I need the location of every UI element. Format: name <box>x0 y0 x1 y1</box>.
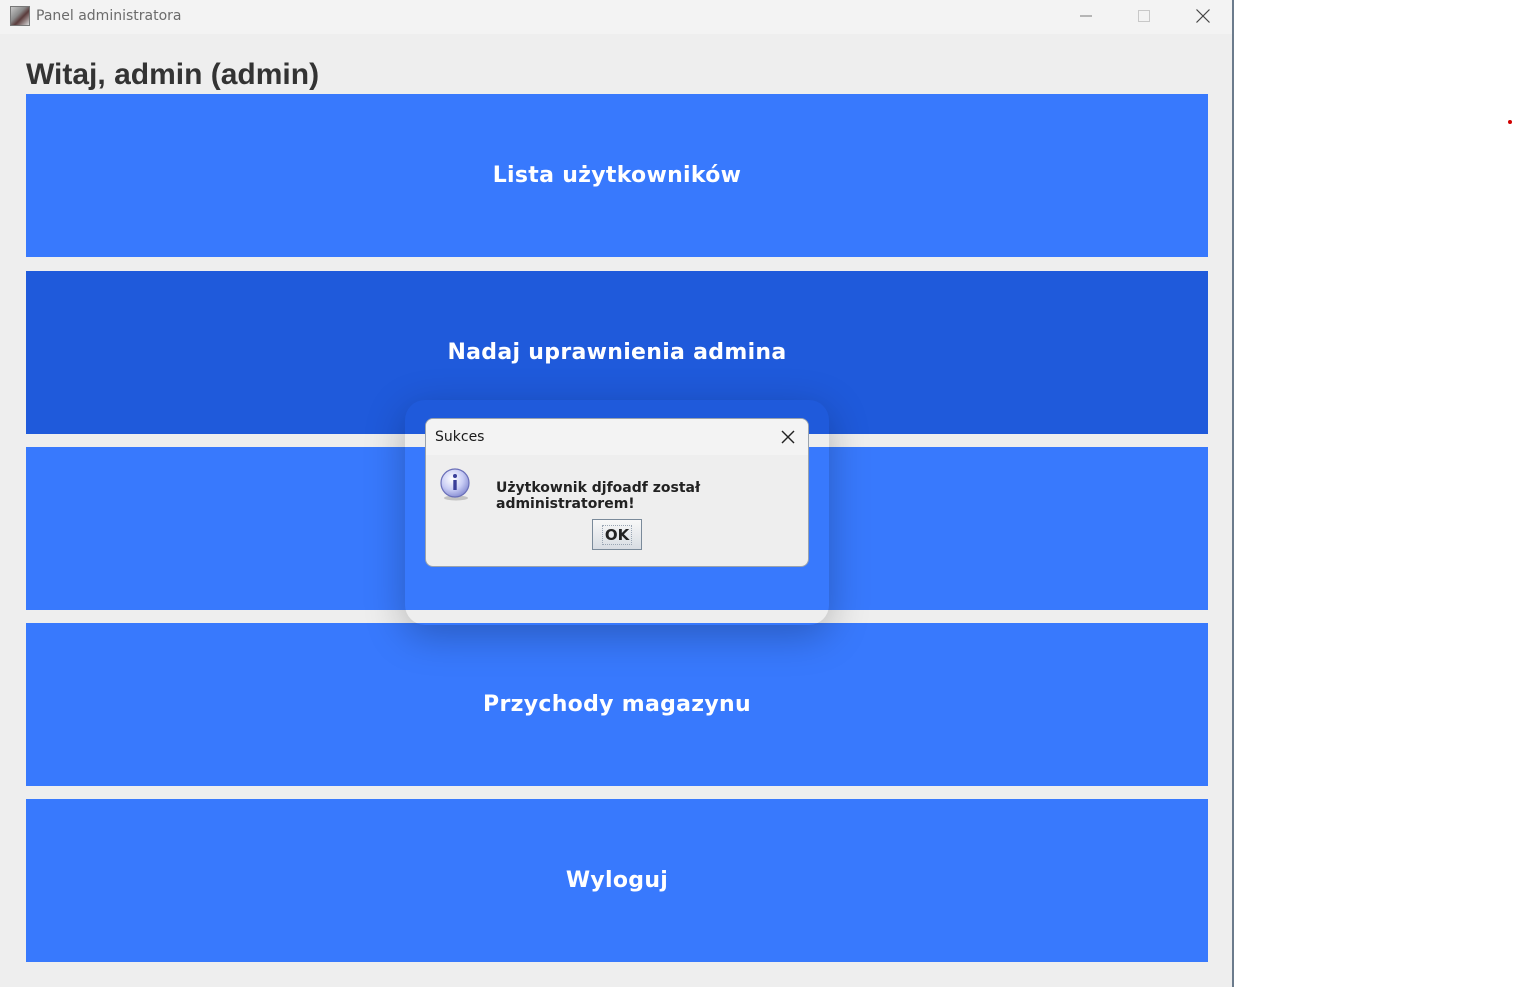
warehouse-revenue-button[interactable]: Przychody magazynu <box>26 623 1208 786</box>
app-icon <box>10 6 30 26</box>
close-button[interactable] <box>1174 0 1232 32</box>
dialog-message: Użytkownik djfoadf został administratore… <box>496 480 701 512</box>
grant-admin-button[interactable]: Nadaj uprawnienia admina <box>26 271 1208 434</box>
grant-admin-label: Nadaj uprawnienia admina <box>447 340 787 365</box>
logout-button[interactable]: Wyloguj <box>26 799 1208 962</box>
dialog-close-button[interactable] <box>776 425 800 449</box>
success-dialog: Sukces Użytkownik djfoadf został adminis… <box>425 418 809 567</box>
info-icon <box>440 468 470 501</box>
maximize-button[interactable] <box>1115 0 1173 32</box>
user-list-label: Lista użytkowników <box>492 163 742 188</box>
ok-button[interactable]: OK <box>592 519 642 550</box>
greeting-heading: Witaj, admin (admin) <box>26 58 320 91</box>
close-icon <box>1196 9 1210 23</box>
minimize-icon <box>1080 15 1092 17</box>
window-titlebar: Panel administratora <box>0 0 1232 34</box>
admin-panel-window: Panel administratora Witaj, admin (admin… <box>0 0 1234 987</box>
user-list-button[interactable]: Lista użytkowników <box>26 94 1208 257</box>
close-icon <box>781 430 795 444</box>
ok-label: OK <box>601 524 633 545</box>
desktop-dot <box>1508 120 1512 124</box>
logout-label: Wyloguj <box>565 868 669 893</box>
minimize-button[interactable] <box>1057 0 1115 32</box>
dialog-title: Sukces <box>435 429 485 445</box>
dialog-titlebar: Sukces <box>426 419 808 455</box>
warehouse-revenue-label: Przychody magazynu <box>483 692 751 717</box>
maximize-icon <box>1138 10 1150 22</box>
window-title: Panel administratora <box>36 8 182 24</box>
